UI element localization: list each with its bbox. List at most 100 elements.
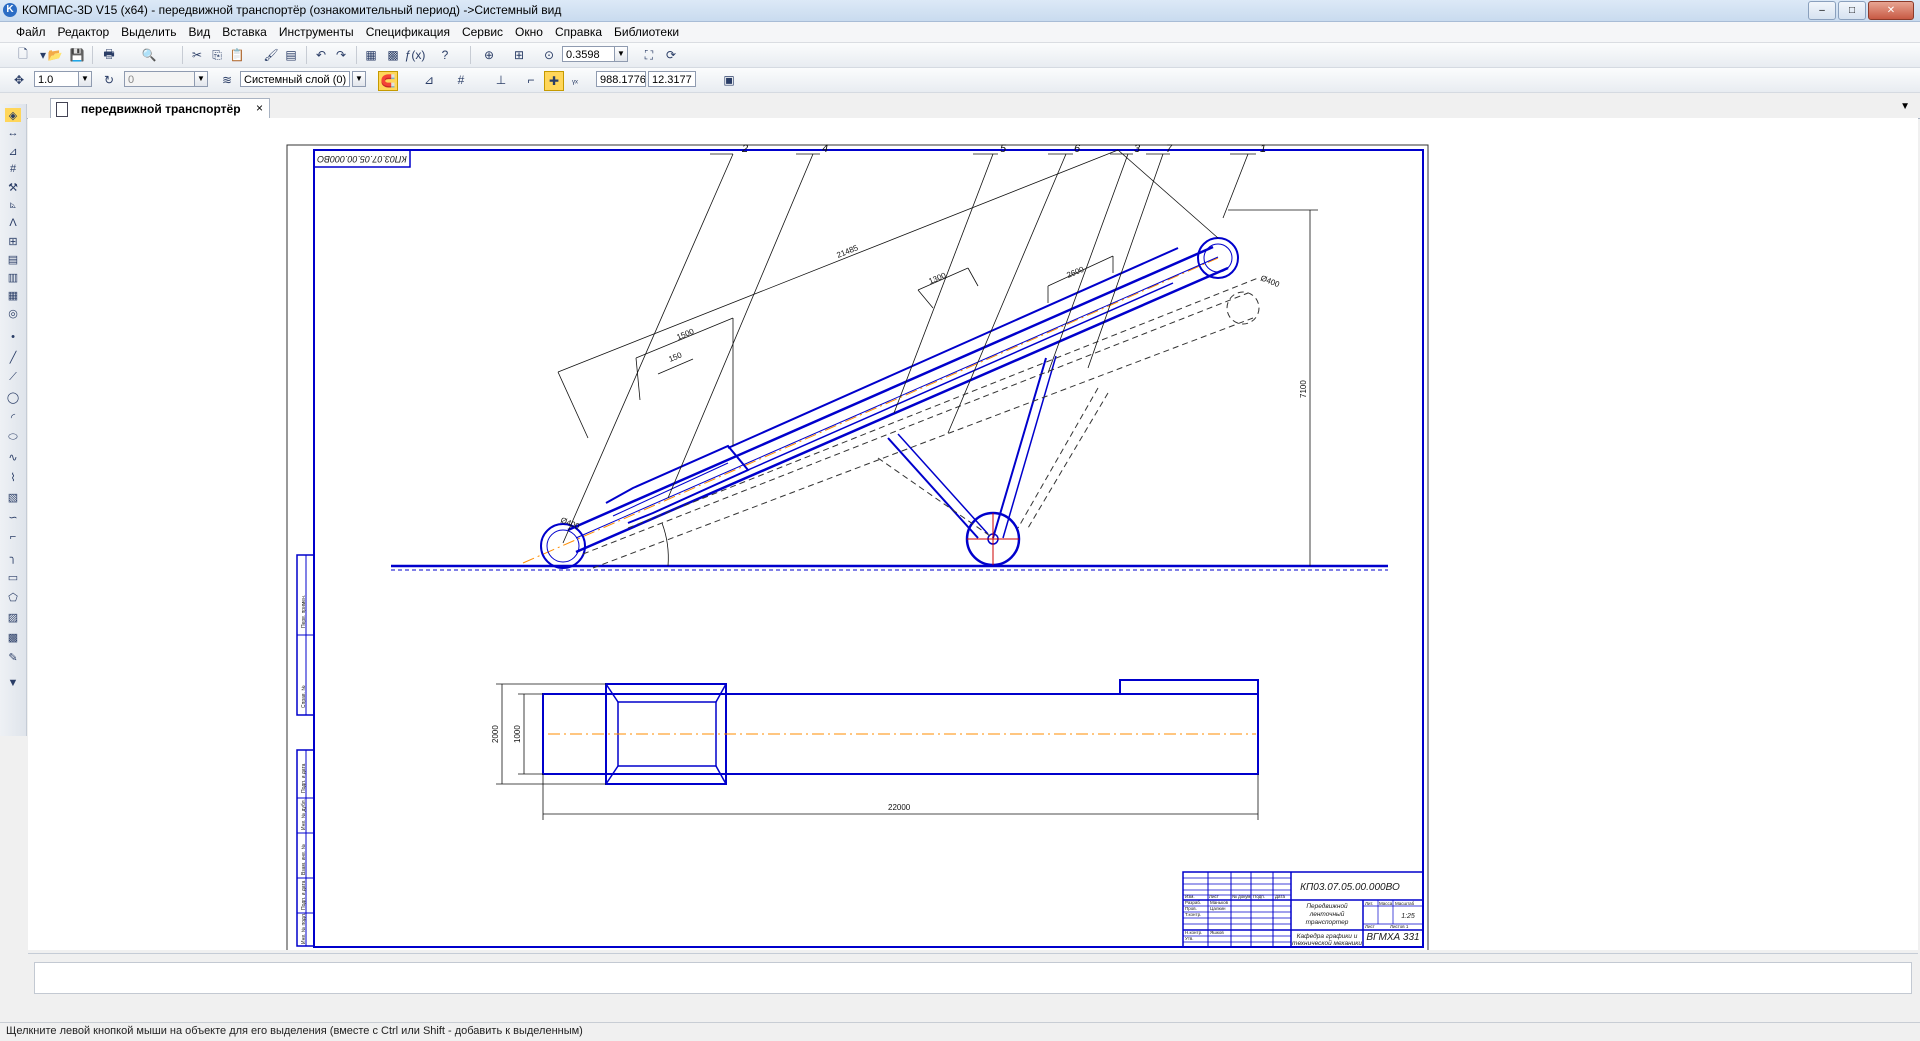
fillet-icon[interactable]: ╮ bbox=[5, 550, 21, 564]
coordinate-snap-icon[interactable]: ✚ bbox=[544, 71, 564, 91]
refresh-icon[interactable]: ⟳ bbox=[662, 46, 680, 64]
layer-dropdown-arrow[interactable]: ▼ bbox=[352, 71, 366, 87]
zoom-scale-icon[interactable]: ⊙ bbox=[540, 46, 558, 64]
polygon-icon[interactable]: ⬠ bbox=[5, 590, 21, 604]
menu-service[interactable]: Сервис bbox=[456, 22, 509, 39]
titleblock-col-list: Лист bbox=[1209, 894, 1219, 899]
menu-help[interactable]: Справка bbox=[549, 22, 608, 39]
open-folder-icon[interactable]: 📂 bbox=[46, 46, 64, 64]
step-dropdown-arrow[interactable]: ▼ bbox=[78, 71, 92, 87]
round-icon[interactable]: ⌐ bbox=[522, 71, 540, 89]
point-icon[interactable]: • bbox=[5, 330, 21, 344]
zoom-fit-icon[interactable]: ⛶ bbox=[640, 46, 658, 64]
hatch-fill-icon[interactable]: ▨ bbox=[5, 610, 21, 624]
local-cs-icon[interactable]: ⊿ bbox=[420, 71, 438, 89]
layers-icon[interactable]: ◎ bbox=[5, 306, 21, 320]
window-title: КОМПАС-3D V15 (x64) - передвижной трансп… bbox=[22, 3, 562, 17]
menu-view[interactable]: Вид bbox=[183, 22, 217, 39]
xy-icon: ᵧₓ bbox=[572, 75, 578, 85]
rectangle-icon[interactable]: ▭ bbox=[5, 570, 21, 584]
angle-dropdown-arrow[interactable]: ▼ bbox=[194, 71, 208, 87]
leader-label-5: 5 bbox=[1000, 143, 1007, 155]
titleblock-sheets: Листов 1 bbox=[1390, 924, 1409, 929]
menu-edit[interactable]: Редактор bbox=[52, 22, 116, 39]
insert-icon[interactable]: ▦ bbox=[5, 288, 21, 302]
manager-icon[interactable]: ▦ bbox=[362, 46, 380, 64]
properties-icon[interactable]: ▤ bbox=[282, 46, 300, 64]
minimize-button[interactable]: – bbox=[1808, 1, 1836, 20]
app-icon[interactable]: K bbox=[3, 3, 17, 17]
geometry-panel-icon[interactable]: ◈ bbox=[5, 108, 21, 122]
parametrization-icon[interactable]: ⚒ bbox=[5, 180, 21, 194]
zoom-dropdown-arrow[interactable]: ▼ bbox=[614, 46, 628, 62]
ortho-icon[interactable]: ⊥ bbox=[492, 71, 510, 89]
report-icon[interactable]: ▥ bbox=[5, 270, 21, 284]
menu-window[interactable]: Окно bbox=[509, 22, 549, 39]
copy-icon[interactable]: ⎘ bbox=[208, 46, 226, 64]
measure-icon[interactable]: ⦝ bbox=[5, 198, 21, 212]
paste-icon[interactable]: 📋 bbox=[228, 46, 246, 64]
dim-height-text: 7100 bbox=[1299, 380, 1308, 398]
menu-tools[interactable]: Инструменты bbox=[273, 22, 360, 39]
step-icon[interactable]: ✥ bbox=[10, 71, 28, 89]
save-icon[interactable]: 💾 bbox=[68, 46, 86, 64]
cursor-y-field[interactable]: 12.3177 bbox=[648, 71, 696, 87]
spec-icon[interactable]: ▤ bbox=[5, 252, 21, 266]
tab-list-arrow-icon[interactable]: ▼ bbox=[1900, 101, 1910, 112]
leader-lines bbox=[562, 153, 1256, 544]
circle-icon[interactable]: ◯ bbox=[5, 390, 21, 404]
properties-panel-area[interactable] bbox=[34, 962, 1912, 994]
curve-icon[interactable]: ∽ bbox=[5, 510, 21, 524]
brush-icon[interactable]: ✎ bbox=[5, 650, 21, 664]
arc-icon[interactable]: ◜ bbox=[5, 410, 21, 424]
select-icon[interactable]: Λ bbox=[5, 216, 21, 230]
segment-icon[interactable]: ⟋ bbox=[5, 370, 21, 384]
tab-transporter[interactable]: передвижной транспортёр × bbox=[50, 98, 270, 118]
associative-views-icon[interactable]: ⊞ bbox=[5, 234, 21, 248]
layers-icon[interactable]: ≋ bbox=[218, 71, 236, 89]
undo-icon[interactable]: ↶ bbox=[312, 46, 330, 64]
print-icon[interactable]: 🖶 bbox=[100, 46, 118, 64]
maximize-button[interactable]: □ bbox=[1838, 1, 1866, 20]
symbols-panel-icon[interactable]: ⊿ bbox=[5, 144, 21, 158]
format-brush-icon[interactable]: 🖌 bbox=[262, 46, 280, 64]
title-bar: K КОМПАС-3D V15 (x64) - передвижной тран… bbox=[0, 0, 1920, 22]
menu-specification[interactable]: Спецификация bbox=[360, 22, 456, 39]
variables-icon[interactable]: ƒ(x) bbox=[405, 46, 426, 64]
contour-icon[interactable]: ▩ bbox=[5, 630, 21, 644]
chamfer-icon[interactable]: ⌐ bbox=[5, 530, 21, 544]
menu-file[interactable]: Файл bbox=[0, 22, 52, 39]
angle-field[interactable]: 0 bbox=[124, 71, 204, 87]
zoom-window-icon[interactable]: ⊞ bbox=[510, 46, 528, 64]
menu-libraries[interactable]: Библиотеки bbox=[608, 22, 685, 39]
editing-panel-icon[interactable]: # bbox=[5, 162, 21, 176]
new-document-icon[interactable]: 🗋 bbox=[14, 46, 32, 64]
preview-icon[interactable]: 🔍 bbox=[140, 46, 158, 64]
drawing-canvas[interactable]: КП03.07.05.00.000ВО 2 4 5 6 3 7 1 21485 … bbox=[28, 118, 1918, 950]
ellipse-icon[interactable]: ⬭ bbox=[5, 430, 21, 444]
library-icon[interactable]: ▩ bbox=[384, 46, 402, 64]
help-pointer-icon[interactable]: ? bbox=[436, 46, 454, 64]
menu-select[interactable]: Выделить bbox=[115, 22, 182, 39]
zoom-in-icon[interactable]: ⊕ bbox=[480, 46, 498, 64]
menu-insert[interactable]: Вставка bbox=[216, 22, 273, 39]
separator bbox=[92, 46, 93, 64]
cut-icon[interactable]: ✂ bbox=[188, 46, 206, 64]
properties-panel-icon[interactable]: ▣ bbox=[720, 71, 738, 89]
redo-icon[interactable]: ↷ bbox=[332, 46, 350, 64]
zoom-field[interactable]: 0.3598 bbox=[562, 46, 622, 62]
step-field[interactable]: 1.0 bbox=[34, 71, 82, 87]
hatch-icon[interactable]: ▧ bbox=[5, 490, 21, 504]
spline-icon[interactable]: ∿ bbox=[5, 450, 21, 464]
close-button[interactable]: ✕ bbox=[1868, 1, 1914, 20]
auxiliary-line-icon[interactable]: ╱ bbox=[5, 350, 21, 364]
snap-magnet-icon[interactable]: 🧲 bbox=[378, 71, 398, 91]
angle-icon[interactable]: ↻ bbox=[100, 71, 118, 89]
extra-tools-icon[interactable]: ▼ bbox=[5, 676, 21, 690]
cursor-x-field[interactable]: 988.1776 bbox=[596, 71, 646, 87]
dimensions-panel-icon[interactable]: ↔ bbox=[5, 126, 21, 140]
polyline-icon[interactable]: ⌇ bbox=[5, 470, 21, 484]
layer-field[interactable]: Системный слой (0) bbox=[240, 71, 350, 87]
tab-close-icon[interactable]: × bbox=[256, 101, 263, 115]
grid-icon[interactable]: # bbox=[452, 71, 470, 89]
